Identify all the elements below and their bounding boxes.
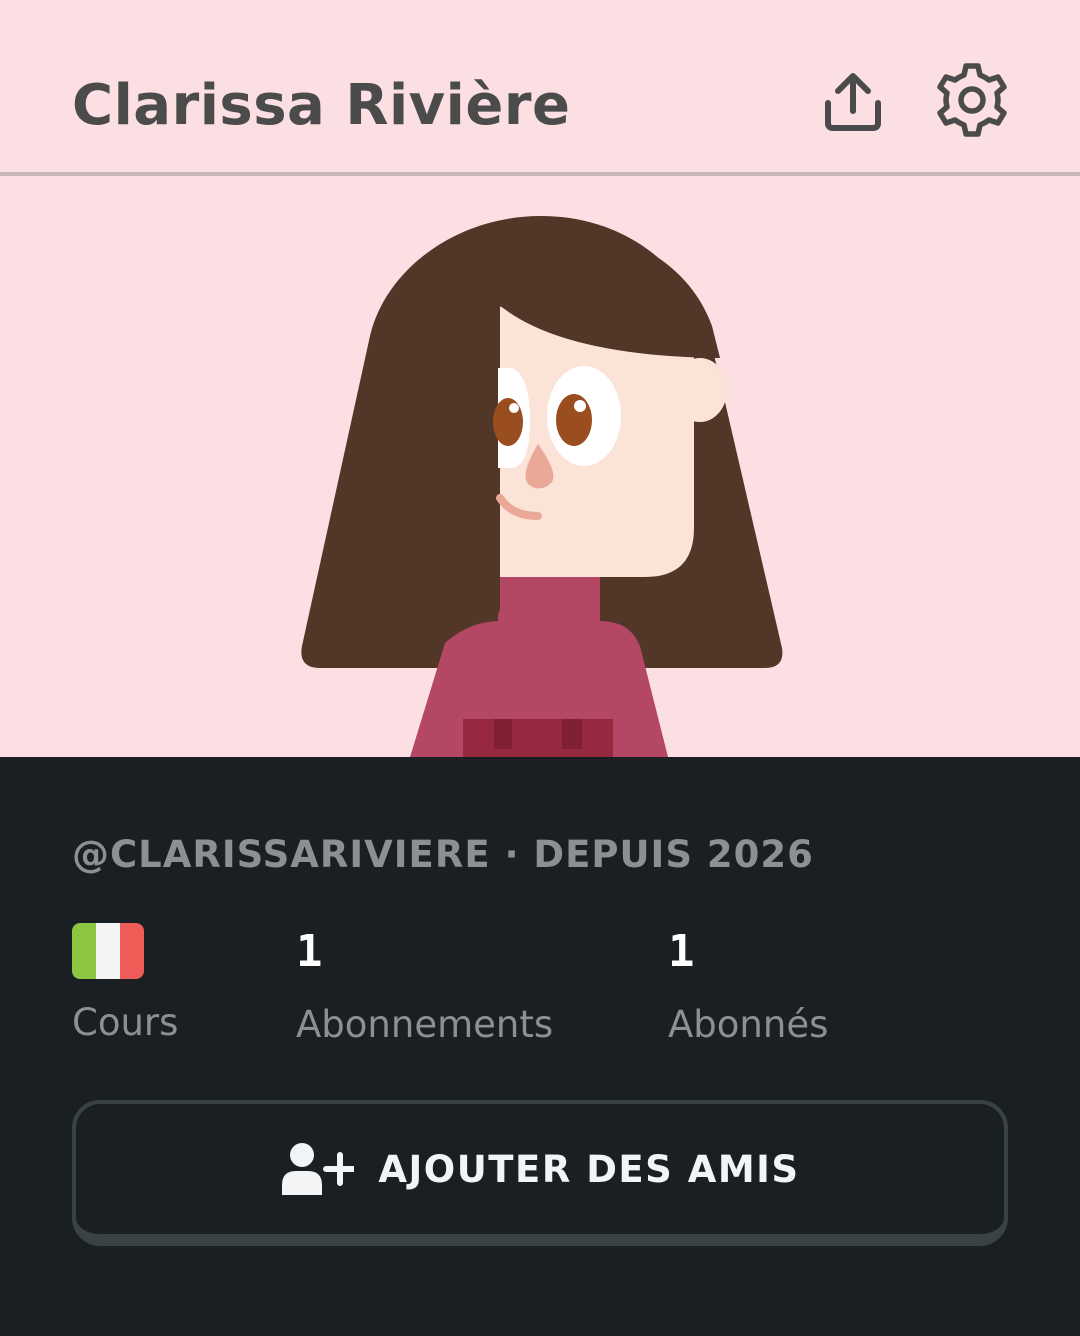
stat-following[interactable]: 1 Abonnements	[296, 923, 553, 1046]
italy-flag-icon	[72, 923, 144, 979]
share-button[interactable]	[818, 64, 888, 140]
settings-button[interactable]	[932, 60, 1012, 140]
profile-screen: Clarissa Rivière @CLARISSARIVIERE · DEPU…	[0, 0, 1080, 1336]
add-friends-button[interactable]: AJOUTER DES AMIS	[72, 1100, 1008, 1246]
stat-following-label: Abonnements	[296, 1003, 554, 1046]
add-user-icon	[282, 1143, 355, 1195]
share-upload-icon	[825, 73, 881, 131]
add-friends-label: AJOUTER DES AMIS	[378, 1147, 800, 1191]
stat-followers[interactable]: 1 Abonnés	[668, 923, 828, 1046]
profile-avatar-illustration	[301, 216, 783, 757]
profile-info-panel: @CLARISSARIVIERE · DEPUIS 2026 Cours 1 A…	[0, 757, 1080, 1336]
username-join-date: @CLARISSARIVIERE · DEPUIS 2026	[72, 833, 814, 876]
stat-courses[interactable]: Cours	[72, 923, 178, 1044]
profile-header: Clarissa Rivière	[0, 0, 1080, 172]
avatar-banner	[0, 176, 1080, 757]
stat-following-count: 1	[296, 926, 323, 977]
gear-icon	[937, 63, 1007, 137]
stat-followers-count: 1	[668, 926, 695, 977]
stat-courses-label: Cours	[72, 1001, 179, 1044]
stat-followers-label: Abonnés	[668, 1003, 829, 1046]
profile-name-title: Clarissa Rivière	[72, 73, 571, 138]
